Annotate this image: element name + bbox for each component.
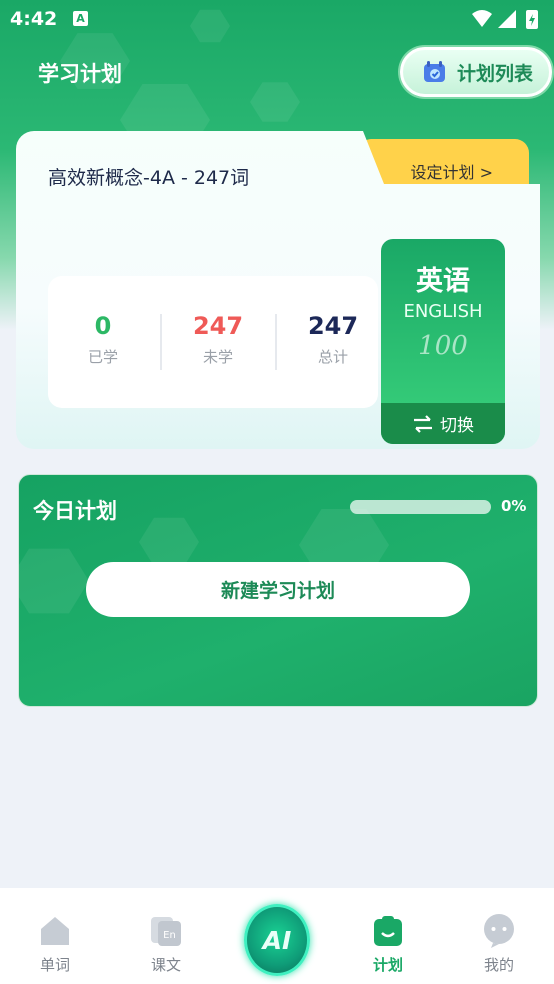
signal-icon bbox=[498, 10, 516, 28]
nav-label-me: 我的 bbox=[483, 956, 514, 974]
set-plan-tab[interactable]: 设定计划 > bbox=[361, 139, 529, 191]
today-plan-title: 今日计划 bbox=[33, 499, 117, 523]
status-icons bbox=[472, 10, 538, 29]
decor-hexagon bbox=[19, 548, 89, 614]
decor-hexagon bbox=[250, 82, 300, 122]
stat-learned-caption: 已学 bbox=[87, 348, 118, 366]
nav-item-words[interactable]: 单词 bbox=[0, 888, 110, 984]
plan-list-button[interactable]: 计划列表 bbox=[400, 47, 552, 97]
notification-badge: A bbox=[73, 11, 88, 26]
stats-panel: 0 已学 247 未学 247 总计 bbox=[48, 276, 378, 408]
ai-label: AI bbox=[262, 925, 292, 955]
calendar-icon bbox=[424, 61, 445, 82]
stat-total-value: 247 bbox=[307, 312, 359, 340]
stat-unlearned: 247 未学 bbox=[163, 312, 273, 367]
ai-badge: AI bbox=[244, 904, 310, 976]
clipboard-icon bbox=[374, 916, 402, 946]
new-study-plan-button[interactable]: 新建学习计划 bbox=[86, 562, 470, 617]
status-time: 4:42 bbox=[10, 8, 58, 30]
stat-learned-value: 0 bbox=[94, 312, 112, 340]
ai-assistant-button[interactable]: AI bbox=[244, 904, 310, 976]
text-icon: En bbox=[151, 917, 181, 946]
switch-button[interactable]: 切换 bbox=[381, 403, 505, 444]
stat-unlearned-value: 247 bbox=[192, 312, 244, 340]
stat-total: 247 总计 bbox=[278, 312, 388, 367]
stat-divider bbox=[160, 314, 162, 370]
profile-icon bbox=[484, 914, 514, 948]
english-subtitle: ENGLISH bbox=[403, 301, 483, 322]
english-subject-card[interactable]: 英语 ENGLISH 100 切换 bbox=[381, 239, 505, 444]
nav-item-texts[interactable]: En 课文 bbox=[111, 888, 221, 984]
decor-hexagon bbox=[139, 517, 199, 567]
set-plan-label: 设定计划 > bbox=[410, 163, 494, 182]
nav-item-plan[interactable]: 计划 bbox=[333, 888, 443, 984]
stat-total-caption: 总计 bbox=[317, 348, 348, 366]
page-title: 学习计划 bbox=[38, 62, 122, 86]
nav-label-words: 单词 bbox=[39, 956, 70, 974]
status-bar: 4:42 A bbox=[0, 0, 554, 38]
svg-text:En: En bbox=[163, 930, 176, 941]
swap-icon bbox=[414, 414, 432, 433]
nav-item-me[interactable]: 我的 bbox=[444, 888, 554, 984]
book-title: 高效新概念-4A - 247词 bbox=[48, 167, 250, 189]
nav-label-texts: 课文 bbox=[150, 956, 181, 974]
plan-list-label: 计划列表 bbox=[457, 62, 534, 85]
score-100-mark: 100 bbox=[418, 331, 468, 361]
today-progress-bar bbox=[350, 500, 491, 514]
english-title: 英语 bbox=[416, 266, 470, 297]
today-plan-card: 今日计划 0% 新建学习计划 bbox=[18, 474, 538, 707]
switch-label: 切换 bbox=[440, 416, 474, 436]
book-card: 设定计划 > 高效新概念-4A - 247词 0 已学 247 未学 247 总… bbox=[16, 131, 540, 449]
wifi-icon bbox=[472, 10, 492, 27]
house-icon bbox=[41, 917, 69, 945]
stat-divider bbox=[275, 314, 277, 370]
stat-learned: 0 已学 bbox=[48, 312, 158, 367]
nav-label-plan: 计划 bbox=[372, 956, 403, 974]
today-progress-text: 0% bbox=[501, 497, 527, 515]
stat-unlearned-caption: 未学 bbox=[202, 348, 233, 366]
